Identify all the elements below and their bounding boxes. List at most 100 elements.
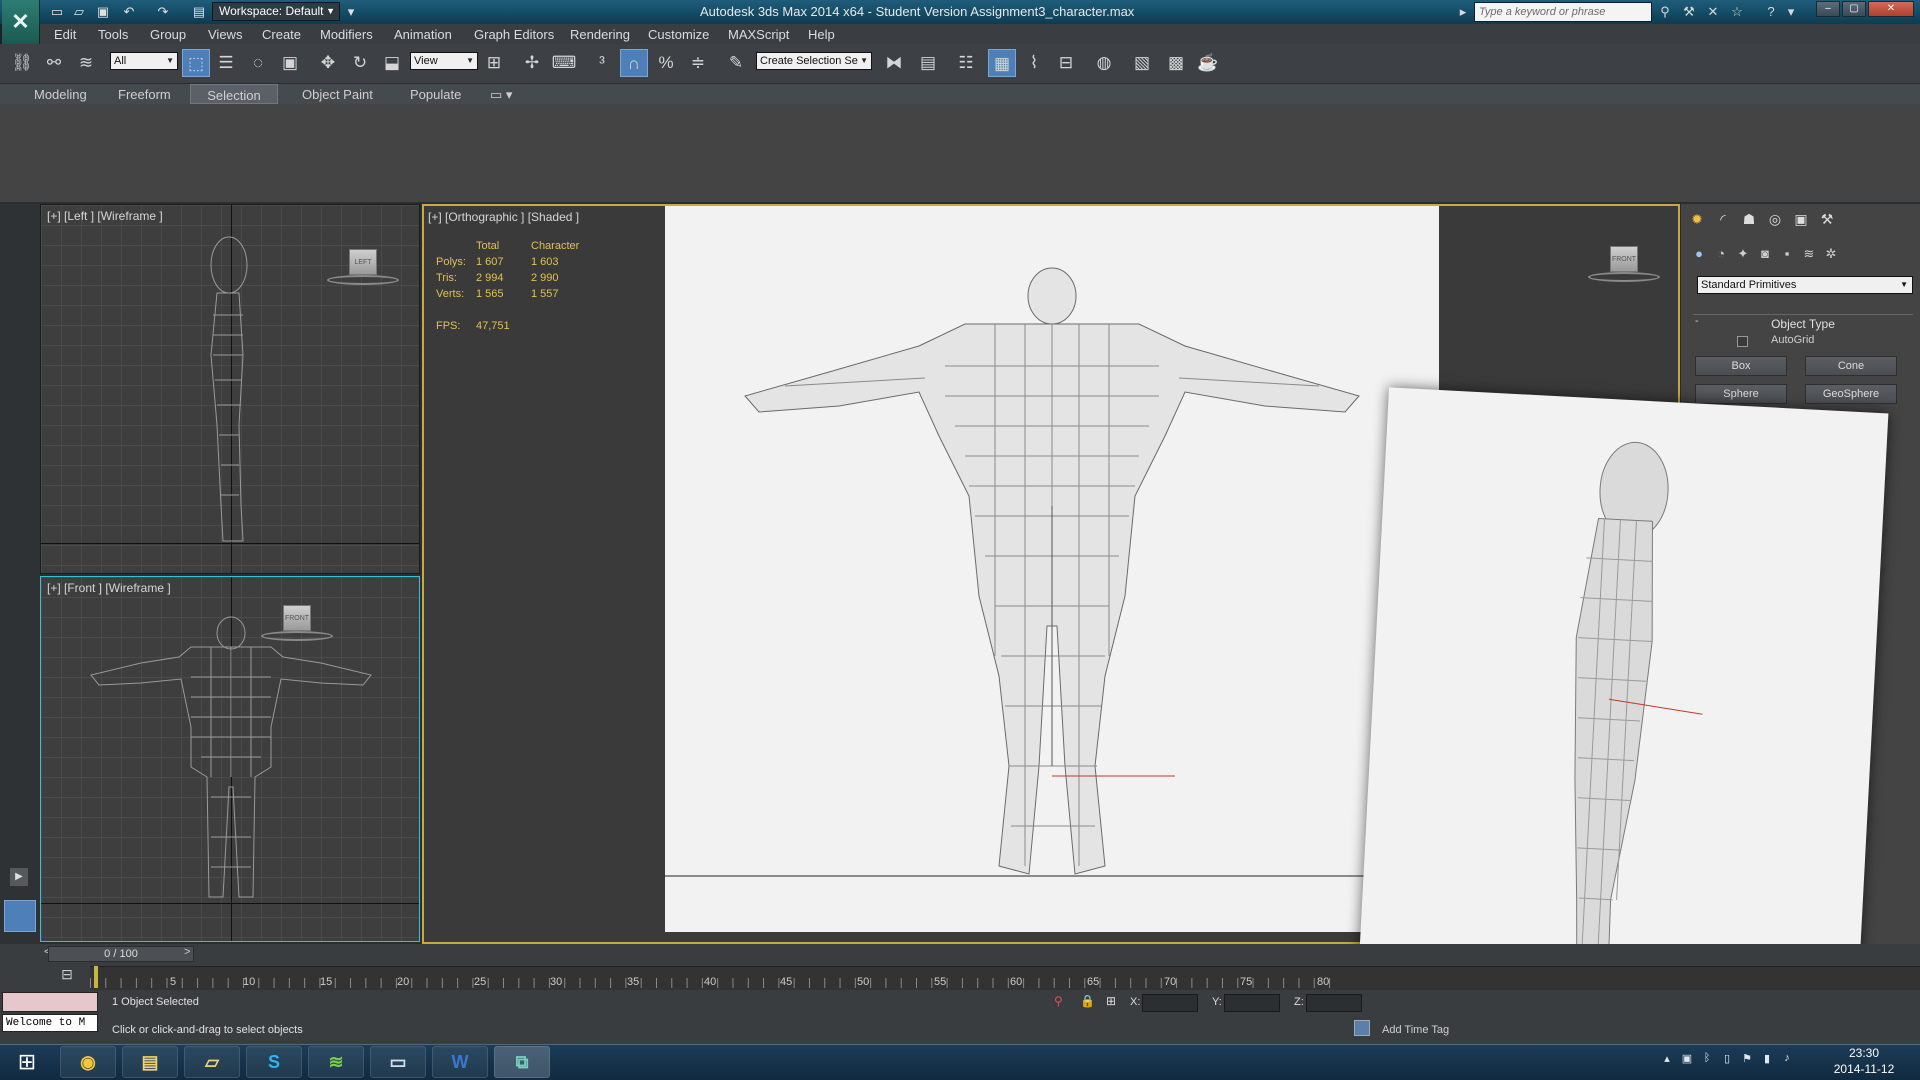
maxscript-mini-listener[interactable]: Welcome to M	[2, 1014, 98, 1032]
word-icon[interactable]: W	[432, 1046, 488, 1078]
layout-four-viewports-icon[interactable]	[4, 900, 36, 932]
sticky-notes-icon[interactable]: ▱	[184, 1046, 240, 1078]
render-production-icon[interactable]: ☕	[1194, 49, 1222, 77]
utilities-tab-icon[interactable]: ⚒	[1815, 208, 1839, 230]
tray-signal-icon[interactable]: ▮	[1760, 1052, 1774, 1066]
unlink-icon[interactable]: ⚯	[40, 49, 68, 77]
modify-tab-icon[interactable]: ◜	[1711, 208, 1735, 230]
maximize-button[interactable]: ▢	[1842, 1, 1866, 17]
absolute-mode-icon[interactable]: ⊞	[1106, 994, 1120, 1010]
cameras-icon[interactable]: ◙	[1755, 244, 1775, 264]
expand-layout-icon[interactable]: ▶	[10, 868, 28, 886]
tab-freeform[interactable]: Freeform	[118, 87, 171, 102]
close-button[interactable]: ✕	[1868, 1, 1914, 17]
orthographic-viewport-label[interactable]: [+] [Orthographic ] [Shaded ]	[428, 210, 579, 224]
bind-space-warp-icon[interactable]: ≋	[72, 49, 100, 77]
menu-rendering[interactable]: Rendering	[570, 27, 630, 42]
save-file-icon[interactable]: ▣	[94, 3, 112, 21]
object-type-rollout[interactable]: - Object Type	[1693, 314, 1913, 331]
front-viewport[interactable]: FRONT [+] [Front ] [Wireframe ]	[40, 576, 420, 942]
selection-filter-dropdown[interactable]: All ▼	[110, 52, 178, 70]
tray-expand-icon[interactable]: ▴	[1660, 1052, 1674, 1066]
tray-action-center-icon[interactable]: ⚑	[1740, 1052, 1754, 1066]
create-tab-icon[interactable]: ✹	[1685, 208, 1709, 230]
project-folder-icon[interactable]: ▤	[190, 3, 208, 21]
start-button-icon[interactable]: ⊞	[4, 1044, 50, 1080]
cone-button[interactable]: Cone	[1805, 356, 1897, 376]
orthographic-viewcube-ring[interactable]	[1588, 272, 1660, 282]
undo-icon[interactable]: ↶	[120, 3, 138, 21]
left-viewcube-ring[interactable]	[327, 275, 399, 285]
front-viewcube[interactable]: FRONT	[283, 605, 311, 631]
y-coordinate-field[interactable]	[1224, 994, 1280, 1012]
time-slider[interactable]: 0 / 100	[48, 946, 194, 962]
ribbon-options-icon[interactable]: ▭ ▾	[490, 87, 512, 103]
space-warps-icon[interactable]: ≋	[1799, 244, 1819, 264]
tab-selection[interactable]: Selection	[190, 84, 278, 104]
menu-group[interactable]: Group	[150, 27, 186, 42]
tab-modeling[interactable]: Modeling	[34, 87, 87, 102]
tray-device-icon[interactable]: ▯	[1720, 1052, 1734, 1066]
menu-graph-editors[interactable]: Graph Editors	[474, 27, 554, 42]
geosphere-button[interactable]: GeoSphere	[1805, 384, 1897, 404]
select-object-icon[interactable]: ⬚	[182, 49, 210, 77]
lights-icon[interactable]: ✦	[1733, 244, 1753, 264]
box-button[interactable]: Box	[1695, 356, 1787, 376]
mini-curve-editor-icon[interactable]: ⊟	[54, 966, 80, 986]
rotate-icon[interactable]: ↻	[346, 49, 374, 77]
layer-manager-icon[interactable]: ☷	[952, 49, 980, 77]
subscription-icon[interactable]: ⚒	[1680, 3, 1698, 21]
app-logo-icon[interactable]: ✕	[2, 0, 40, 44]
left-viewcube[interactable]: LEFT	[349, 249, 377, 275]
taskbar-clock-date[interactable]: 2014-11-12	[1832, 1062, 1896, 1076]
minimize-button[interactable]: –	[1816, 1, 1840, 17]
help-dropdown-icon[interactable]: ▾	[1782, 3, 1800, 21]
select-manipulate-icon[interactable]: ✢	[518, 49, 546, 77]
percent-snap-icon[interactable]: %	[652, 49, 680, 77]
scale-icon[interactable]: ⬓	[378, 49, 406, 77]
menu-views[interactable]: Views	[208, 27, 242, 42]
curve-editor-icon[interactable]: ⌇	[1020, 49, 1048, 77]
menu-tools[interactable]: Tools	[98, 27, 128, 42]
menu-modifiers[interactable]: Modifiers	[320, 27, 373, 42]
open-file-icon[interactable]: ▱	[70, 3, 88, 21]
x-coordinate-field[interactable]	[1142, 994, 1198, 1012]
help-icon[interactable]: ?	[1762, 3, 1780, 21]
front-viewcube-ring[interactable]	[261, 631, 333, 641]
reference-coordinate-dropdown[interactable]: View ▼	[410, 52, 478, 70]
maxscript-listener-input[interactable]	[2, 992, 98, 1012]
move-icon[interactable]: ✥	[314, 49, 342, 77]
systems-icon[interactable]: ✲	[1821, 244, 1841, 264]
search-input[interactable]: Type a keyword or phrase	[1474, 2, 1652, 22]
keyboard-shortcut-override-icon[interactable]: ⌨	[550, 49, 578, 77]
spotify-icon[interactable]: ≋	[308, 1046, 364, 1078]
schematic-view-icon[interactable]: ⊟	[1052, 49, 1080, 77]
graphite-toolbar-icon[interactable]: ▦	[988, 49, 1016, 77]
edit-named-selection-icon[interactable]: ✎	[722, 49, 750, 77]
menu-edit[interactable]: Edit	[54, 27, 76, 42]
new-file-icon[interactable]: ▭	[48, 3, 66, 21]
material-editor-icon[interactable]: ◍	[1090, 49, 1118, 77]
communication-icon[interactable]: ✕	[1704, 3, 1722, 21]
helpers-icon[interactable]: ▪	[1777, 244, 1797, 264]
explorer-icon[interactable]: ▤	[122, 1046, 178, 1078]
mirror-icon[interactable]: ⧓	[880, 49, 908, 77]
primitive-type-dropdown[interactable]: Standard Primitives ▼	[1697, 276, 1913, 294]
tray-bluetooth-icon[interactable]: ᛒ	[1700, 1052, 1714, 1066]
selection-region-icon[interactable]: ◌	[244, 49, 272, 77]
left-viewport-label[interactable]: [+] [Left ] [Wireframe ]	[47, 209, 163, 223]
sphere-button[interactable]: Sphere	[1695, 384, 1787, 404]
pivot-center-icon[interactable]: ⊞	[480, 49, 508, 77]
tab-populate[interactable]: Populate	[410, 87, 461, 102]
display-tab-icon[interactable]: ▣	[1789, 208, 1813, 230]
autogrid-checkbox[interactable]	[1737, 336, 1748, 347]
isolate-selection-icon[interactable]: ⚲	[1054, 994, 1068, 1010]
menu-animation[interactable]: Animation	[394, 27, 452, 42]
3ds-max-taskbar-icon[interactable]: ⧉	[494, 1046, 550, 1078]
link-icon[interactable]: ⛓	[8, 49, 36, 77]
quick-access-dropdown-icon[interactable]: ▾	[342, 3, 360, 21]
geometry-icon[interactable]: ●	[1689, 244, 1709, 264]
left-viewport[interactable]: LEFT [+] [Left ] [Wireframe ]	[40, 204, 420, 574]
menu-customize[interactable]: Customize	[648, 27, 709, 42]
menu-create[interactable]: Create	[262, 27, 301, 42]
